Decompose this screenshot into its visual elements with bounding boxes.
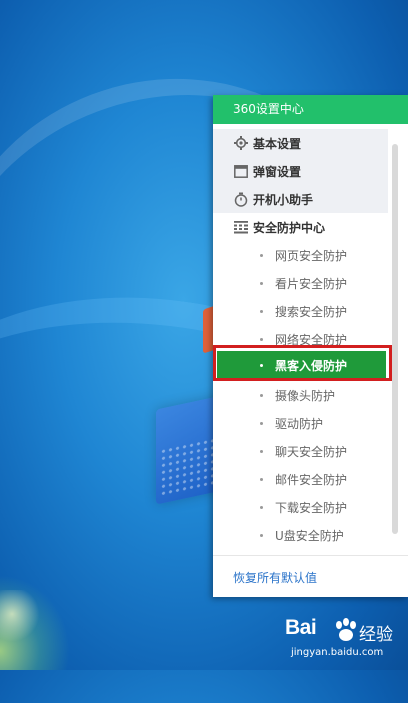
paw-icon [336,618,356,641]
sub-item-usb-protection[interactable]: U盘安全防护 [213,521,388,549]
highlight-box [213,345,392,381]
window-icon [232,162,250,180]
panel-title: 360设置中心 [213,95,408,124]
sub-item-video-protection[interactable]: 看片安全防护 [213,269,388,297]
panel-footer: 恢复所有默认值 [213,555,408,598]
bullet-icon [260,253,263,257]
sub-item-label: 网页安全防护 [275,248,348,263]
watermark-suffix: 经验 [359,625,393,645]
sub-item-driver-protection[interactable]: 驱动防护 [213,409,388,437]
menu-item-label: 弹窗设置 [253,164,302,179]
menu-item-label: 开机小助手 [253,192,314,207]
sub-item-label: 邮件安全防护 [275,472,348,487]
sub-item-label: 搜索安全防护 [275,304,348,319]
sub-item-label: 聊天安全防护 [275,444,348,459]
sub-item-mail-protection[interactable]: 邮件安全防护 [213,465,388,493]
sub-item-label: 下载安全防护 [275,500,348,515]
bullet-icon [260,533,263,537]
sub-item-web-protection[interactable]: 网页安全防护 [213,241,388,269]
sub-item-chat-protection[interactable]: 聊天安全防护 [213,437,388,465]
menu-item-security-center[interactable]: 安全防护中心 [213,213,388,241]
menu-item-label: 基本设置 [253,136,302,151]
bullet-icon [260,421,263,425]
sub-item-label: U盘安全防护 [275,528,344,543]
bullet-icon [260,393,263,397]
menu-item-label: 安全防护中心 [253,220,326,235]
sub-item-label: 驱动防护 [275,416,324,431]
menu-item-startup-assistant[interactable]: 开机小助手 [213,185,388,213]
gear-icon [232,134,250,152]
menu-scrollbar[interactable] [392,144,398,534]
bullet-icon [260,505,263,509]
watermark-brand: Bai [285,616,317,639]
menu-item-basic-settings[interactable]: 基本设置 [213,129,388,157]
sub-item-search-protection[interactable]: 搜索安全防护 [213,297,388,325]
sub-item-download-protection[interactable]: 下载安全防护 [213,493,388,521]
bullet-icon [260,449,263,453]
settings-menu: 基本设置 弹窗设置 开机小助手 安全防护中心 网页安全防护 看片安全防护 搜索安… [213,124,408,555]
sub-item-label: 摄像头防护 [275,388,336,403]
restore-defaults-link[interactable]: 恢复所有默认值 [233,569,317,586]
bullet-icon [260,337,263,341]
watermark-url: jingyan.baidu.com [291,647,384,658]
bullet-icon [260,309,263,313]
grid-icon [232,218,250,236]
sub-item-label: 看片安全防护 [275,276,348,291]
wallpaper-glow [0,590,40,650]
baidu-watermark: Bai 经验 jingyan.baidu.com [285,616,408,670]
bullet-icon [260,281,263,285]
bullet-icon [260,477,263,481]
menu-item-popup-settings[interactable]: 弹窗设置 [213,157,388,185]
stopwatch-icon [232,190,250,208]
sub-item-camera-protection[interactable]: 摄像头防护 [213,381,388,409]
